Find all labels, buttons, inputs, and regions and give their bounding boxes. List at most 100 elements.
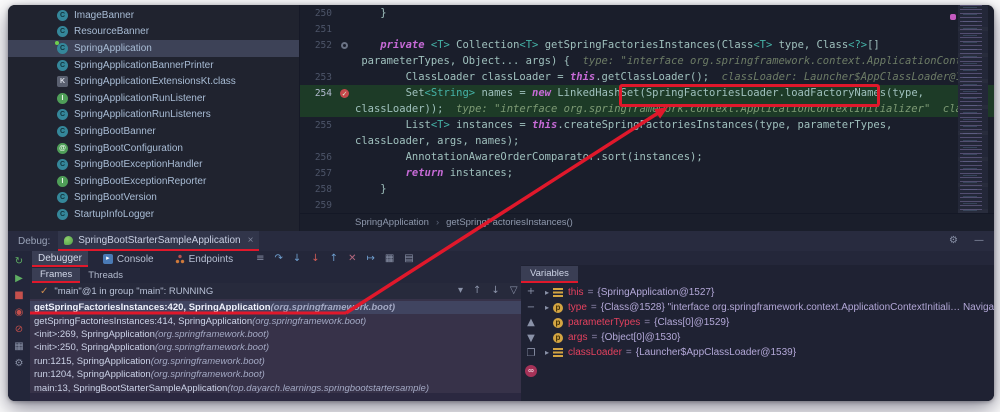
settings-icon[interactable]: ⚙	[949, 236, 958, 246]
expand-chevron-icon[interactable]: ▸	[541, 348, 553, 357]
ide-window: CImageBannerCResourceBannerCSpringApplic…	[8, 5, 994, 401]
variable-value: {Class[0]@1529}	[654, 317, 729, 328]
frame-row[interactable]: getSpringFactoriesInstances:420, SpringA…	[30, 301, 521, 314]
rerun-icon[interactable]: ↻	[15, 257, 23, 267]
subtab-frames[interactable]: Frames	[32, 268, 80, 283]
variable-row[interactable]: pargs={Object[0]@1530}	[541, 330, 994, 345]
code-line-258[interactable]: 258 }	[300, 181, 994, 197]
thread-status-row[interactable]: ✓ "main"@1 in group "main": RUNNING ▾↑↓▽	[30, 283, 521, 299]
expand-chevron-icon[interactable]: ▸	[541, 303, 553, 312]
tab-console[interactable]: ▸ Console	[97, 251, 160, 267]
tab-endpoints[interactable]: Endpoints	[169, 251, 239, 267]
breadcrumb-class[interactable]: SpringApplication	[355, 217, 429, 228]
code-text: private <T> Collection<T> getSpringFacto…	[355, 39, 994, 51]
show-execution-point-icon[interactable]: ↷	[275, 254, 283, 264]
code-line-256[interactable]: 256 AnnotationAwareOrderComparator.sort(…	[300, 149, 994, 165]
frame-row[interactable]: run:1204, SpringApplication (org.springf…	[30, 368, 521, 381]
frame-down-icon[interactable]: ↓	[491, 286, 499, 296]
debug-settings-icon[interactable]: ⚙	[15, 359, 24, 369]
code-line-251[interactable]: 251	[300, 21, 994, 37]
code-line-250[interactable]: 250 }	[300, 5, 994, 21]
layout-settings-icon[interactable]: ≡	[256, 254, 264, 264]
move-up-icon[interactable]: ▲	[527, 318, 535, 328]
mute-breakpoints-icon[interactable]: ⊘	[15, 325, 23, 335]
code-line-252[interactable]: 252 private <T> Collection<T> getSpringF…	[300, 37, 994, 53]
code-line-259[interactable]: 259	[300, 197, 994, 213]
class-icon: C	[57, 126, 68, 137]
variable-row[interactable]: ▸classLoader={Launcher$AppClassLoader@15…	[541, 345, 994, 360]
tree-item-SpringBootConfiguration[interactable]: @SpringBootConfiguration	[8, 140, 299, 157]
code-line-wrap[interactable]: classLoader)); type: "interface org.spri…	[300, 101, 994, 117]
move-down-icon[interactable]: ▼	[527, 334, 535, 344]
thread-dropdown-icon[interactable]: ▾	[458, 286, 463, 296]
frame-row[interactable]: getSpringFactoriesInstances:414, SpringA…	[30, 314, 521, 327]
evaluate-watch-icon[interactable]: ∞	[525, 365, 537, 377]
expand-chevron-icon[interactable]: ▸	[541, 288, 553, 297]
frame-row[interactable]: <init>:250, SpringApplication (org.sprin…	[30, 341, 521, 354]
variables-tab-row: Variables	[521, 265, 994, 283]
tab-debugger[interactable]: Debugger	[32, 251, 88, 267]
debug-session-tab[interactable]: SpringBootStarterSampleApplication ×	[58, 231, 259, 251]
step-over-icon[interactable]: ↓	[293, 254, 301, 264]
breakpoint-icon[interactable]: ✓	[340, 89, 349, 98]
code-line-253[interactable]: 253 ClassLoader classLoader = this.getCl…	[300, 69, 994, 85]
variable-row[interactable]: ▸ptype={Class@1528} "interface org.sprin…	[541, 300, 994, 315]
evaluate-expression-icon[interactable]: ▦	[385, 254, 394, 264]
drop-frame-icon[interactable]: ✕	[348, 254, 356, 264]
close-icon[interactable]: ×	[248, 235, 254, 246]
line-number: 252	[300, 40, 334, 51]
frame-row[interactable]: main:13, SpringBootStarterSampleApplicat…	[30, 381, 521, 393]
tree-item-SpringApplicationExtensionsKt.class[interactable]: KSpringApplicationExtensionsKt.class	[8, 73, 299, 90]
frame-up-icon[interactable]: ↑	[473, 286, 481, 296]
code-minimap[interactable]	[958, 5, 988, 213]
tree-item-SpringApplicationRunListener[interactable]: ISpringApplicationRunListener	[8, 90, 299, 107]
frame-row[interactable]: <init>:269, SpringApplication (org.sprin…	[30, 328, 521, 341]
tree-item-SpringApplicationRunListeners[interactable]: CSpringApplicationRunListeners	[8, 107, 299, 124]
remove-watch-icon[interactable]: −	[527, 303, 535, 313]
restore-layout-icon[interactable]: ▤	[404, 254, 413, 264]
duplicate-icon[interactable]: ❐	[527, 349, 536, 359]
tree-item-ResourceBanner[interactable]: CResourceBanner	[8, 24, 299, 41]
run-to-cursor-icon[interactable]: ↦	[366, 254, 374, 264]
code-line-wrap[interactable]: classLoader, args, names);	[300, 133, 994, 149]
stop-icon[interactable]: ■	[14, 291, 23, 301]
tree-item-SpringBootExceptionReporter[interactable]: ISpringBootExceptionReporter	[8, 173, 299, 190]
frames-pane: Debugger ▸ Console Endpoints ≡ ↷ ↓ ↓ ↑ ✕ ↦ ▦ ▤	[30, 251, 521, 401]
code-line-257[interactable]: 257 return instances;	[300, 165, 994, 181]
interface-icon: I	[57, 176, 68, 187]
frame-location: run:1204, SpringApplication	[34, 369, 151, 380]
subtab-threads[interactable]: Threads	[80, 268, 131, 283]
variable-row[interactable]: ▸this={SpringApplication@1527}	[541, 285, 994, 300]
force-step-into-icon[interactable]: ↓	[311, 254, 319, 264]
hide-icon[interactable]: —	[974, 236, 984, 246]
class-icon: C	[57, 26, 68, 37]
frame-row[interactable]: run:1215, SpringApplication (org.springf…	[30, 355, 521, 368]
code-editor[interactable]: 250 }251252 private <T> Collection<T> ge…	[300, 5, 994, 231]
screenshot-stage: CImageBannerCResourceBannerCSpringApplic…	[0, 0, 1000, 412]
code-lines[interactable]: 250 }251252 private <T> Collection<T> ge…	[300, 5, 994, 213]
add-watch-icon[interactable]: +	[527, 287, 535, 297]
tree-item-SpringBootVersion[interactable]: CSpringBootVersion	[8, 190, 299, 207]
variable-value: {Launcher$AppClassLoader@1539}	[636, 347, 796, 358]
field-icon	[553, 348, 563, 357]
code-line-255[interactable]: 255 List<T> instances = this.createSprin…	[300, 117, 994, 133]
tree-item-StartupInfoLogger[interactable]: CStartupInfoLogger	[8, 206, 299, 223]
tree-item-SpringBootExceptionHandler[interactable]: CSpringBootExceptionHandler	[8, 156, 299, 173]
view-breakpoints-icon[interactable]: ◉	[15, 308, 24, 318]
thread-dump-icon[interactable]: ▦	[14, 342, 23, 352]
filter-frames-icon[interactable]: ▽	[510, 286, 518, 296]
tree-item-SpringBootBanner[interactable]: CSpringBootBanner	[8, 123, 299, 140]
step-out-icon[interactable]: ↑	[330, 254, 338, 264]
tree-item-SpringApplication[interactable]: CSpringApplication	[8, 40, 299, 57]
line-number: 259	[300, 200, 334, 211]
tree-item-SpringApplicationBannerPrinter[interactable]: CSpringApplicationBannerPrinter	[8, 57, 299, 74]
variable-row[interactable]: pparameterTypes={Class[0]@1529}	[541, 315, 994, 330]
code-line-254[interactable]: 254✓ Set<String> names = new LinkedHashS…	[300, 85, 994, 101]
breadcrumb-method[interactable]: getSpringFactoriesInstances()	[446, 217, 573, 228]
resume-icon[interactable]: ▶	[15, 274, 23, 284]
code-line-wrap[interactable]: parameterTypes, Object... args) { type: …	[300, 53, 994, 69]
step-toolbar: ≡ ↷ ↓ ↓ ↑ ✕ ↦ ▦ ▤	[256, 254, 414, 264]
tree-item-ImageBanner[interactable]: CImageBanner	[8, 7, 299, 24]
tab-variables[interactable]: Variables	[521, 266, 578, 283]
equals-sign: =	[644, 317, 650, 328]
